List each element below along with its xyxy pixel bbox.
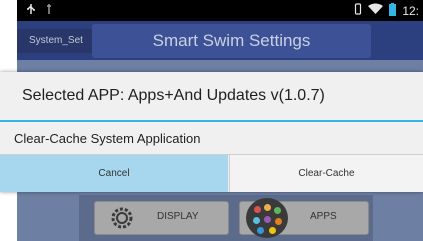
status-bar: 12: <box>17 0 423 21</box>
display-tile-label: DISPLAY <box>157 211 199 222</box>
wifi-icon <box>368 3 384 18</box>
dialog-divider <box>0 120 423 122</box>
screen: 12: System_Set Smart Swim Settings DISPL… <box>0 0 423 241</box>
dialog-title: Selected APP: Apps+And Updates v(1.0.7) <box>22 87 325 104</box>
app-title: Smart Swim Settings <box>92 24 371 58</box>
cancel-button[interactable]: Cancel <box>0 155 228 192</box>
apps-icon <box>246 198 288 238</box>
clear-cache-dialog: Selected APP: Apps+And Updates v(1.0.7) … <box>0 72 423 192</box>
gear-icon <box>107 203 137 238</box>
apps-tile[interactable]: APPS <box>239 198 369 238</box>
apps-tile-label: APPS <box>310 211 337 222</box>
app-header: System_Set Smart Swim Settings <box>17 21 423 60</box>
battery-icon <box>389 2 397 19</box>
tab-system-settings[interactable]: System_Set <box>17 29 104 53</box>
vibrate-icon <box>354 3 362 18</box>
system-icons: 12: <box>354 2 419 19</box>
notification-icons <box>25 3 53 18</box>
dialog-message: Clear-Cache System Application <box>14 131 201 146</box>
usb-icon <box>25 2 37 20</box>
settings-panel: DISPLAY APPS <box>79 195 373 241</box>
usb-debug-icon <box>45 2 53 20</box>
clock: 12: <box>402 3 419 18</box>
display-tile[interactable]: DISPLAY <box>94 201 229 235</box>
clear-cache-button[interactable]: Clear-Cache <box>229 155 423 192</box>
dialog-button-bar: Cancel Clear-Cache <box>0 154 423 192</box>
